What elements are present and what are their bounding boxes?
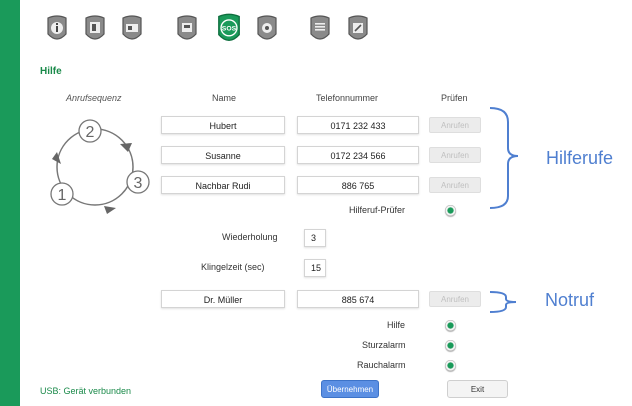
- sequence-node-3-label: 3: [134, 175, 143, 192]
- option-help-radio[interactable]: [445, 320, 456, 331]
- settings-icon[interactable]: [255, 14, 279, 44]
- header-phone: Telefonnummer: [316, 93, 379, 103]
- emergency-phone-field[interactable]: 885 674: [297, 290, 419, 308]
- ring-time-input[interactable]: 15: [304, 259, 326, 277]
- helpcall-tester-label: Hilferuf-Prüfer: [349, 205, 406, 215]
- ring-time-label: Klingelzeit (sec): [201, 262, 265, 272]
- arrow-right: [120, 143, 132, 152]
- page-title: Hilfe: [40, 66, 62, 77]
- emergency-bracket: [489, 291, 517, 313]
- sequence-node-1-label: 1: [58, 187, 67, 204]
- call-button[interactable]: Anrufen: [429, 117, 481, 133]
- sequence-node-2-label: 2: [86, 124, 95, 141]
- option-help-label: Hilfe: [387, 320, 406, 330]
- annotation-helpcalls: Hilferufe: [546, 148, 614, 168]
- exit-button[interactable]: Exit: [447, 380, 508, 398]
- phone-book-icon[interactable]: [83, 14, 107, 44]
- header-name: Name: [212, 93, 237, 103]
- repeat-input[interactable]: 3: [304, 229, 326, 247]
- call-sequence-diagram: 2 3 1: [50, 119, 150, 214]
- contact-phone-field[interactable]: 886 765: [297, 176, 419, 194]
- edit-icon[interactable]: [346, 14, 370, 44]
- info-icon[interactable]: [45, 14, 69, 44]
- option-smoke-alarm-label: Rauchalarm: [357, 360, 406, 370]
- list-icon[interactable]: [308, 14, 332, 44]
- sidebar-strip: [0, 0, 20, 406]
- call-button[interactable]: Anrufen: [429, 177, 481, 193]
- option-fall-alarm-label: Sturzalarm: [362, 340, 406, 350]
- option-smoke-alarm-radio[interactable]: [445, 360, 456, 371]
- annotation-emergency: Notruf: [545, 290, 595, 310]
- device-icon[interactable]: [175, 14, 199, 44]
- contact-name-field[interactable]: Hubert: [161, 116, 285, 134]
- option-fall-alarm-radio[interactable]: [445, 340, 456, 351]
- radio-icon[interactable]: [120, 14, 144, 44]
- emergency-name-field[interactable]: Dr. Müller: [161, 290, 285, 308]
- sos-label: SOS: [222, 26, 237, 33]
- call-button[interactable]: Anrufen: [429, 147, 481, 163]
- contact-name-field[interactable]: Nachbar Rudi: [161, 176, 285, 194]
- contact-name-field[interactable]: Susanne: [161, 146, 285, 164]
- contact-phone-field[interactable]: 0171 232 433: [297, 116, 419, 134]
- helpcalls-bracket: [489, 107, 519, 209]
- helpcall-tester-radio[interactable]: [445, 205, 456, 216]
- apply-button[interactable]: Übernehmen: [321, 380, 379, 398]
- arrow-bottom: [104, 206, 116, 214]
- sos-icon[interactable]: SOS: [215, 12, 243, 46]
- header-sequence: Anrufsequenz: [66, 93, 122, 103]
- emergency-call-button[interactable]: Anrufen: [429, 291, 481, 307]
- contact-phone-field[interactable]: 0172 234 566: [297, 146, 419, 164]
- header-test: Prüfen: [441, 93, 468, 103]
- usb-status: USB: Gerät verbunden: [40, 386, 132, 396]
- repeat-label: Wiederholung: [222, 232, 278, 242]
